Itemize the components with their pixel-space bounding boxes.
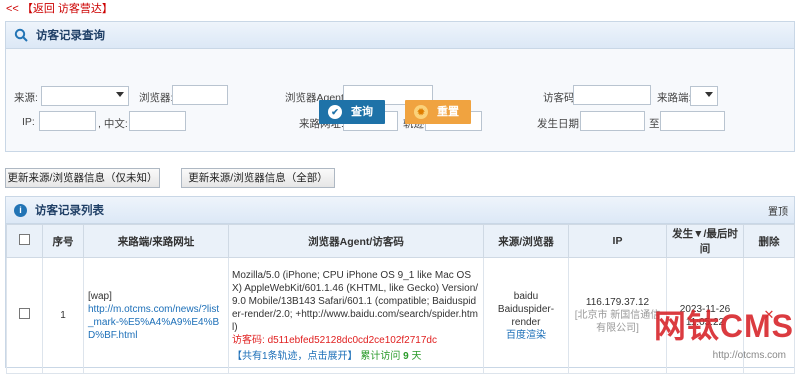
col-index: 序号 [42,224,84,258]
query-button[interactable]: ✔ 查询 [319,100,385,124]
col-time[interactable]: 发生▼/最后时间 [666,224,744,258]
col-path: 来路端/来路网址 [83,224,229,258]
chevron-down-icon [705,92,713,97]
pin-top-link[interactable]: 置顶 [768,203,788,218]
watermark-url: http://otcms.com [712,350,786,361]
source-select[interactable] [41,86,129,106]
date-label: 发生日期: [537,118,582,130]
row-agent: Mozilla/5.0 (iPhone; CPU iPhone OS 9_1 l… [232,269,479,333]
gear-icon: ✹ [414,105,428,119]
baidu-render-link[interactable]: 百度渲染 [485,329,567,342]
search-panel-header: 访客记录查询 [6,22,794,49]
row-agent-cell: Mozilla/5.0 (iPhone; CPU iPhone OS 9_1 l… [228,257,484,374]
row-source: baidu [513,290,539,302]
source-label: 来源: [14,92,38,104]
watermark-logo: 网钛CMS [653,308,794,344]
chinese-label: , 中文: [98,118,128,130]
row-track-info: 【共有1条轨迹，点击展开】 累计访问 9 天 [232,350,480,363]
ip-label: IP: [22,116,35,128]
check-icon: ✔ [328,105,342,119]
search-panel-title: 访客记录查询 [36,30,105,42]
reset-button[interactable]: ✹ 重置 [405,100,471,124]
row-visit-count: 累计访问 9 天 [360,350,422,362]
row-path-cell: [wap] http://m.otcms.com/news/?list_mark… [83,257,229,374]
back-link[interactable]: << 【返回 访客营达】 [6,3,113,15]
path-end-label: 来路端: [657,92,692,104]
row-path-type: [wap] [88,290,112,302]
col-delete: 删除 [743,224,795,258]
row-browser: Baiduspider-render [497,303,555,328]
search-icon [14,28,28,42]
row-select-cell [6,257,43,374]
row-path-url[interactable]: http://m.otcms.com/news/?list_mark-%E5%A… [88,303,224,342]
update-all-button[interactable]: 更新来源/浏览器信息（全部） [181,168,335,188]
browser-input[interactable] [172,85,228,105]
row-checkbox[interactable] [19,308,30,319]
row-ip: 116.179.37.12 [585,297,650,308]
visitor-table: 序号 来路端/来路网址 浏览器Agent/访客码 来源/浏览器 IP 发生▼/最… [6,224,795,374]
select-all-header[interactable] [6,224,43,258]
search-form: 来源: 浏览器: 浏览器Agent: 访客码: 来路端: IP: , 中文: 来… [6,49,794,151]
chinese-input[interactable] [129,111,186,131]
info-icon: i [14,203,27,217]
update-unknown-button[interactable]: 更新来源/浏览器信息（仅未知） [5,168,160,188]
list-panel-title: 访客记录列表 [35,205,104,217]
browser-label: 浏览器: [139,92,174,104]
row-ip-cell: 116.179.37.12 [北京市 新国信通信有限公司] [568,257,667,374]
search-panel: 访客记录查询 来源: 浏览器: 浏览器Agent: 访客码: 来路端: IP: … [5,21,795,152]
visitor-code-input[interactable] [573,85,651,105]
date-to-label: 至 [649,118,660,130]
row-index: 1 [42,257,84,374]
ip-input[interactable] [39,111,96,131]
path-end-select[interactable] [690,86,718,106]
col-source: 来源/浏览器 [483,224,569,258]
table-header-row: 序号 来路端/来路网址 浏览器Agent/访客码 来源/浏览器 IP 发生▼/最… [6,224,795,258]
row-source-cell: baidu Baiduspider-render 百度渲染 [483,257,569,374]
col-agent: 浏览器Agent/访客码 [228,224,484,258]
top-bar: << 【返回 访客营达】 [0,0,800,18]
row-ip-location: [北京市 新国信通信有限公司] [574,310,661,334]
date-end-input[interactable] [660,111,725,131]
col-ip: IP [568,224,667,258]
list-panel-header: i 访客记录列表 置顶 [6,197,794,224]
select-all-checkbox[interactable] [19,234,30,245]
chevron-left-icon: << [6,3,19,15]
chevron-down-icon [116,92,124,97]
date-start-input[interactable] [580,111,645,131]
expand-track-link[interactable]: 【共有1条轨迹，点击展开】 [232,351,358,362]
row-visitor-code: 访客码: d511ebfed52128dc0cd2ce102f2717dc [232,334,437,346]
